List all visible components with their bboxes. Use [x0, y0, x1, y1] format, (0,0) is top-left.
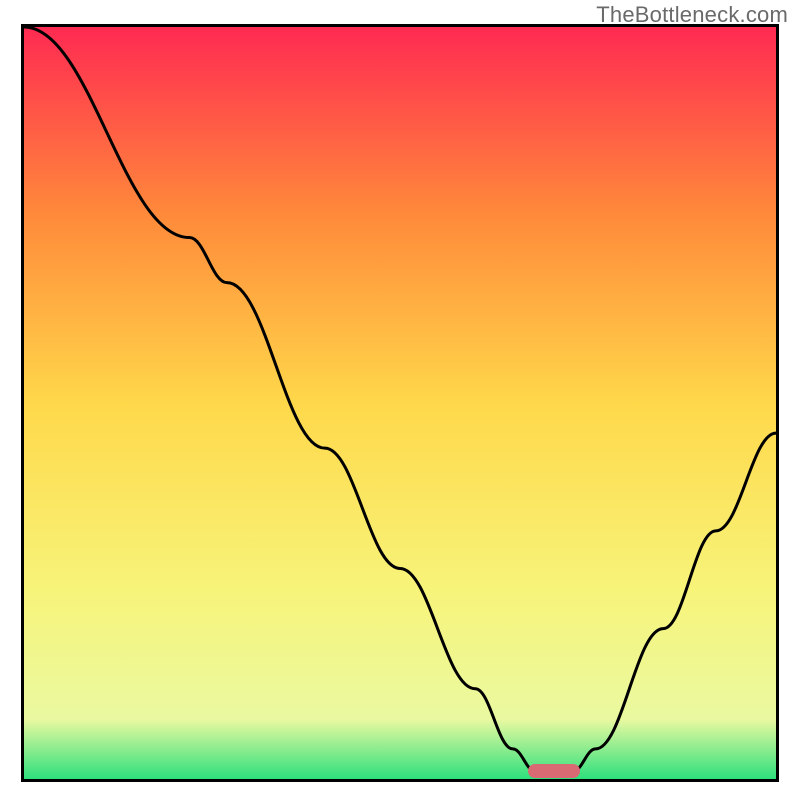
chart-plot-area — [21, 24, 779, 782]
bottleneck-curve — [24, 27, 776, 779]
optimal-range-marker — [528, 764, 581, 778]
